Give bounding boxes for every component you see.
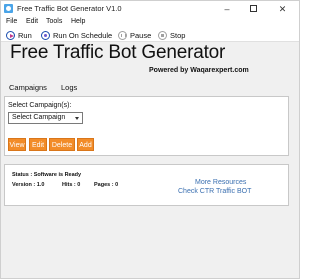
play-icon xyxy=(6,31,15,40)
campaign-select[interactable]: Select Campaign xyxy=(8,112,83,124)
campaign-panel: Select Campaign(s): Select Campaign View… xyxy=(4,96,289,156)
maximize-icon xyxy=(249,5,257,13)
window-title: Free Traffic Bot Generator V1.0 xyxy=(17,4,122,13)
more-resources-link[interactable]: More Resources xyxy=(195,179,246,186)
pause-icon xyxy=(118,31,127,40)
status-panel: Status : Software is Ready Version : 1.0… xyxy=(4,164,289,206)
select-campaign-label: Select Campaign(s): xyxy=(8,102,72,109)
minimize-button[interactable]: – xyxy=(214,1,240,17)
tab-campaigns[interactable]: Campaigns xyxy=(9,83,47,92)
schedule-icon xyxy=(41,31,50,40)
toolbar: Run Run On Schedule Pause Stop xyxy=(1,29,299,42)
status-text: Status : Software is Ready xyxy=(12,172,82,178)
run-button[interactable]: Run xyxy=(6,30,32,41)
stop-icon xyxy=(158,31,167,40)
run-on-schedule-label: Run On Schedule xyxy=(53,31,113,40)
app-icon xyxy=(4,4,13,13)
close-button[interactable]: ✕ xyxy=(266,1,299,17)
stop-button[interactable]: Stop xyxy=(158,30,185,41)
run-label: Run xyxy=(18,31,32,40)
maximize-button[interactable] xyxy=(240,1,266,17)
version-text: Version : 1.0 xyxy=(12,182,45,188)
pause-button[interactable]: Pause xyxy=(118,30,151,41)
check-ctr-link[interactable]: Check CTR Traffic BOT xyxy=(178,188,251,195)
menu-help[interactable]: Help xyxy=(71,18,85,25)
view-button[interactable]: View xyxy=(8,138,26,151)
pause-label: Pause xyxy=(130,31,152,40)
stop-label: Stop xyxy=(170,31,186,40)
run-on-schedule-button[interactable]: Run On Schedule xyxy=(41,30,112,41)
title-bar: Free Traffic Bot Generator V1.0 – ✕ xyxy=(1,1,299,17)
menu-bar: File Edit Tools Help xyxy=(1,17,299,29)
edit-button[interactable]: Edit xyxy=(29,138,47,151)
menu-edit[interactable]: Edit xyxy=(26,18,38,25)
powered-by-text: Powered by Waqarexpert.com xyxy=(149,67,249,74)
app-heading: Free Traffic Bot Generator xyxy=(10,42,226,63)
delete-button[interactable]: Delete xyxy=(49,138,75,151)
add-button[interactable]: Add xyxy=(77,138,94,151)
pages-text: Pages : 0 xyxy=(94,182,119,188)
tab-logs[interactable]: Logs xyxy=(61,83,77,92)
app-window: Free Traffic Bot Generator V1.0 – ✕ File… xyxy=(0,0,300,279)
hits-text: Hits : 0 xyxy=(62,182,81,188)
menu-file[interactable]: File xyxy=(6,18,17,25)
menu-tools[interactable]: Tools xyxy=(46,18,62,25)
